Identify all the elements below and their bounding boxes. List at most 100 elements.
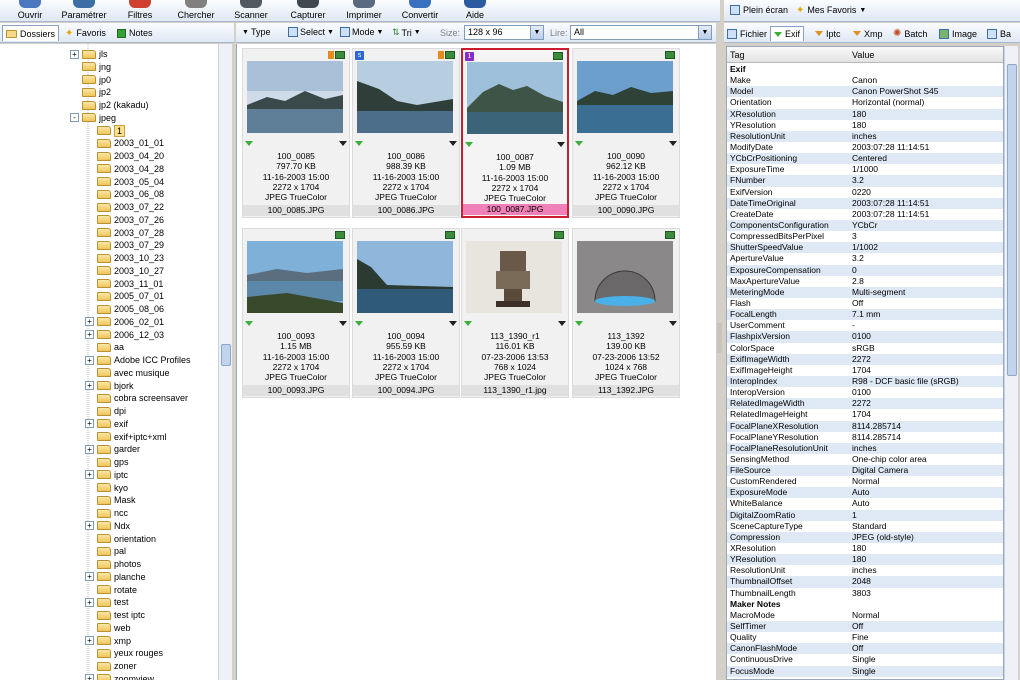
tree-node[interactable]: 2005_08_06 (85, 303, 164, 315)
scrollbar-thumb[interactable] (1007, 64, 1017, 376)
exif-row[interactable]: ComponentsConfiguration YCbCr (727, 219, 1003, 232)
tree-node[interactable]: jng (70, 61, 111, 73)
exif-row[interactable]: ColorSpace sRGB (727, 343, 1003, 354)
splitter-grip[interactable] (717, 323, 722, 353)
exif-row[interactable]: CanonFlashMode Off (727, 643, 1003, 655)
toolbar-button-2[interactable]: Filtres (120, 0, 160, 22)
thumbnail-card[interactable]: 113_1390_r1 116.01 KB 07-23-2006 13:53 768 … (461, 228, 569, 398)
thumbnail-card[interactable]: 100_0093 1.15 MB 11-16-2003 15:00 2272 x 17… (242, 228, 350, 398)
exif-row[interactable]: CreateDate 2003:07:28 11:14:51 (727, 209, 1003, 220)
tree-node[interactable]: rotate (85, 584, 137, 596)
tree-node[interactable]: jp2 (70, 86, 111, 98)
expand-icon[interactable]: + (85, 317, 94, 327)
select-button[interactable]: Select ▼ (288, 27, 334, 37)
thumbnail-image[interactable] (247, 61, 343, 133)
exif-row[interactable]: FocusMode Single (727, 665, 1003, 677)
tree-node[interactable]: + planche (85, 571, 146, 583)
exif-row[interactable]: RelatedImageHeight 1704 (727, 409, 1003, 420)
exif-row[interactable]: XResolution 180 (727, 543, 1003, 554)
tree-node[interactable]: exif+iptc+xml (85, 431, 167, 443)
column-header-tag[interactable]: Tag (730, 50, 745, 60)
chevron-down-icon[interactable] (558, 321, 566, 326)
exif-row[interactable]: ThumbnailOffset 2048 (727, 576, 1003, 588)
tree-node[interactable]: 2003_07_22 (85, 201, 164, 213)
exif-row[interactable]: FocalPlaneResolutionUnit inches (727, 442, 1003, 454)
exif-row[interactable]: YCbCrPositioning Centered (727, 153, 1003, 165)
tab-exif[interactable]: Exif (770, 26, 805, 41)
chevron-down-icon[interactable] (339, 141, 347, 146)
exif-row[interactable]: InteropIndex R98 - DCF basic file (sRGB) (727, 375, 1003, 388)
exif-row[interactable]: Flash Off (727, 298, 1003, 309)
tab-folders[interactable]: Dossiers (2, 25, 60, 41)
image-filename[interactable]: 113_1392.JPG (573, 385, 679, 396)
type-filter-button[interactable]: ▼ Type (242, 27, 270, 37)
exif-row[interactable]: ExifVersion 0220 (727, 187, 1003, 198)
tree-node[interactable]: 2003_05_04 (85, 176, 164, 188)
thumbnail-image[interactable] (357, 241, 453, 313)
exif-row[interactable]: SelfTimer Off (727, 621, 1003, 633)
expand-icon[interactable]: + (85, 444, 94, 454)
exif-row[interactable]: FocalPlaneXResolution 8114.285714 (727, 420, 1003, 432)
tree-node[interactable]: dpi (85, 405, 126, 417)
exif-row[interactable]: MacroMode Normal (727, 610, 1003, 621)
tree-node[interactable]: 2003_07_28 (85, 227, 164, 239)
tree-node[interactable]: ncc (85, 507, 128, 519)
exif-row[interactable]: CustomRendered Normal (727, 476, 1003, 487)
tree-node[interactable]: avec musique (85, 367, 170, 379)
favorites-menu-button[interactable]: ✦ Mes Favoris ▼ (796, 3, 866, 17)
thumbnail-image[interactable] (357, 61, 453, 133)
exif-row[interactable]: FocalPlaneYResolution 8114.285714 (727, 432, 1003, 443)
exif-row[interactable]: YResolution 180 (727, 120, 1003, 131)
rating-icon[interactable] (355, 141, 363, 146)
exif-row[interactable]: FNumber 3.2 (727, 175, 1003, 187)
toolbar-button-3[interactable]: Chercher (172, 0, 220, 22)
tree-node[interactable]: zoner (85, 660, 137, 672)
exif-row[interactable]: DateTimeOriginal 2003:07:28 11:14:51 (727, 197, 1003, 209)
toolbar-button-6[interactable]: Imprimer (340, 0, 388, 22)
expand-icon[interactable]: + (85, 355, 94, 365)
tree-node[interactable]: aa (85, 341, 124, 353)
thumbnail-image[interactable] (467, 62, 563, 134)
thumbnail-card[interactable]: 100_0094 955.59 KB 11-16-2003 15:00 2272 x … (352, 228, 460, 398)
tree-node[interactable]: 2003_06_08 (85, 188, 164, 200)
exif-row[interactable]: ExposureTime 1/1000 (727, 164, 1003, 175)
tree-node[interactable]: 2003_10_23 (85, 252, 164, 264)
tree-node[interactable]: + Adobe ICC Profiles (85, 354, 191, 366)
image-filename[interactable]: 100_0086.JPG (353, 205, 459, 216)
exif-row[interactable]: XResolution 180 (727, 108, 1003, 120)
toolbar-button-7[interactable]: Convertir (396, 0, 444, 22)
rating-icon[interactable] (575, 321, 583, 326)
exif-row[interactable]: ShutterSpeedValue 1/1002 (727, 242, 1003, 254)
tree-node[interactable]: gps (85, 456, 129, 468)
tab-notes[interactable]: Notes (114, 25, 156, 41)
expand-icon[interactable]: + (85, 330, 94, 339)
tab-more[interactable]: Ba (984, 26, 1014, 41)
tree-node[interactable]: + Ndx (85, 520, 130, 532)
thumbnail-card[interactable]: 100_0090 962.12 KB 11-16-2003 15:00 2272 x … (572, 48, 680, 218)
exif-row[interactable]: ExposureCompensation 0 (727, 264, 1003, 276)
tree-node[interactable]: +2006_02_01 (85, 316, 164, 328)
rating-icon[interactable] (245, 141, 253, 146)
exif-row[interactable]: ResolutionUnit inches (727, 565, 1003, 576)
scrollbar-thumb[interactable] (221, 344, 231, 366)
tree-node[interactable]: web (85, 622, 131, 634)
tab-batch[interactable]: ✺ Batch (890, 26, 930, 41)
image-filename[interactable]: 113_1390_r1.jpg (462, 385, 568, 396)
thumbnail-card[interactable]: s 100_0086 988.39 KB 11-16-2003 15:00 2272 x… (352, 48, 460, 218)
rating-icon[interactable] (245, 321, 253, 326)
exif-row[interactable]: FileSource Digital Camera (727, 465, 1003, 477)
thumbnail-image[interactable] (577, 61, 673, 133)
tree-node[interactable]: 2003_04_20 (85, 150, 164, 162)
thumbnail-image[interactable] (466, 241, 562, 313)
exif-row[interactable]: Quality Fine (727, 632, 1003, 643)
exif-row[interactable]: RelatedImageWidth 2272 (727, 398, 1003, 410)
tree-node[interactable]: jp2 (kakadu) (70, 99, 149, 111)
tree-node[interactable]: + zoomview (85, 673, 154, 680)
tree-node[interactable]: kyo (85, 482, 128, 494)
exif-row[interactable]: CompressedBitsPerPixel 3 (727, 231, 1003, 242)
exif-row[interactable]: Model Canon PowerShot S45 (727, 86, 1003, 98)
exif-row[interactable]: UserComment - (727, 320, 1003, 331)
sort-button[interactable]: ⇅ Tri ▼ (392, 27, 421, 38)
toolbar-button-8[interactable]: Aide (460, 0, 490, 22)
tree-node[interactable]: + iptc (85, 469, 128, 481)
